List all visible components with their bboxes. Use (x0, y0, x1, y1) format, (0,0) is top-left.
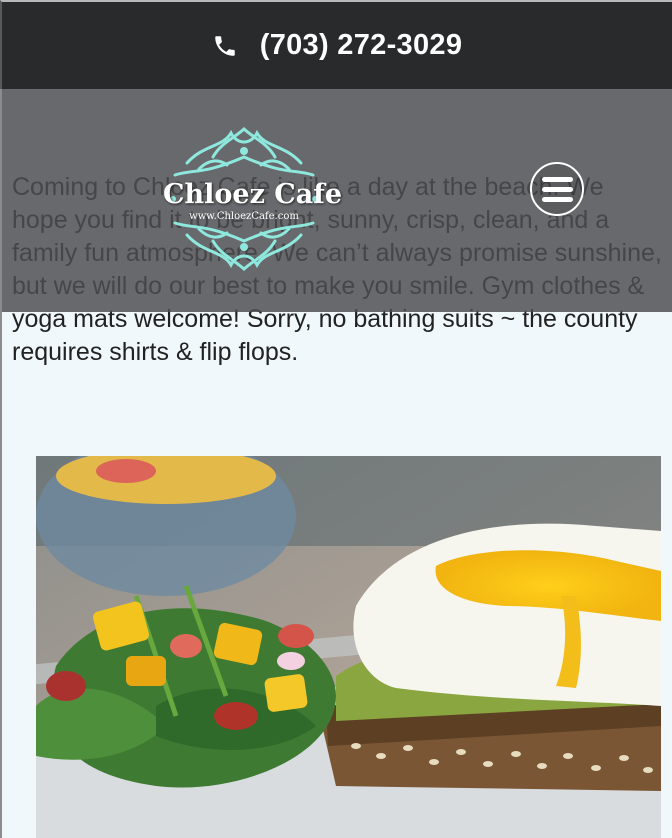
hamburger-menu-icon-bar (541, 186, 573, 192)
logo-title: Chloez Cafe (163, 179, 343, 210)
hamburger-menu-icon-bar (541, 196, 573, 202)
hamburger-menu-icon (541, 176, 573, 182)
phone-number-link[interactable]: (703) 272-3029 (260, 29, 463, 62)
logo-url: www.ChloezCafe.com (189, 211, 299, 222)
menu-toggle-button[interactable] (530, 162, 584, 216)
cafe-logo[interactable]: Chloez Cafe www.ChloezCafe.com (163, 125, 343, 273)
contact-bar: (703) 272-3029 (0, 0, 672, 89)
food-photo (36, 456, 661, 838)
phone-icon (212, 33, 238, 59)
